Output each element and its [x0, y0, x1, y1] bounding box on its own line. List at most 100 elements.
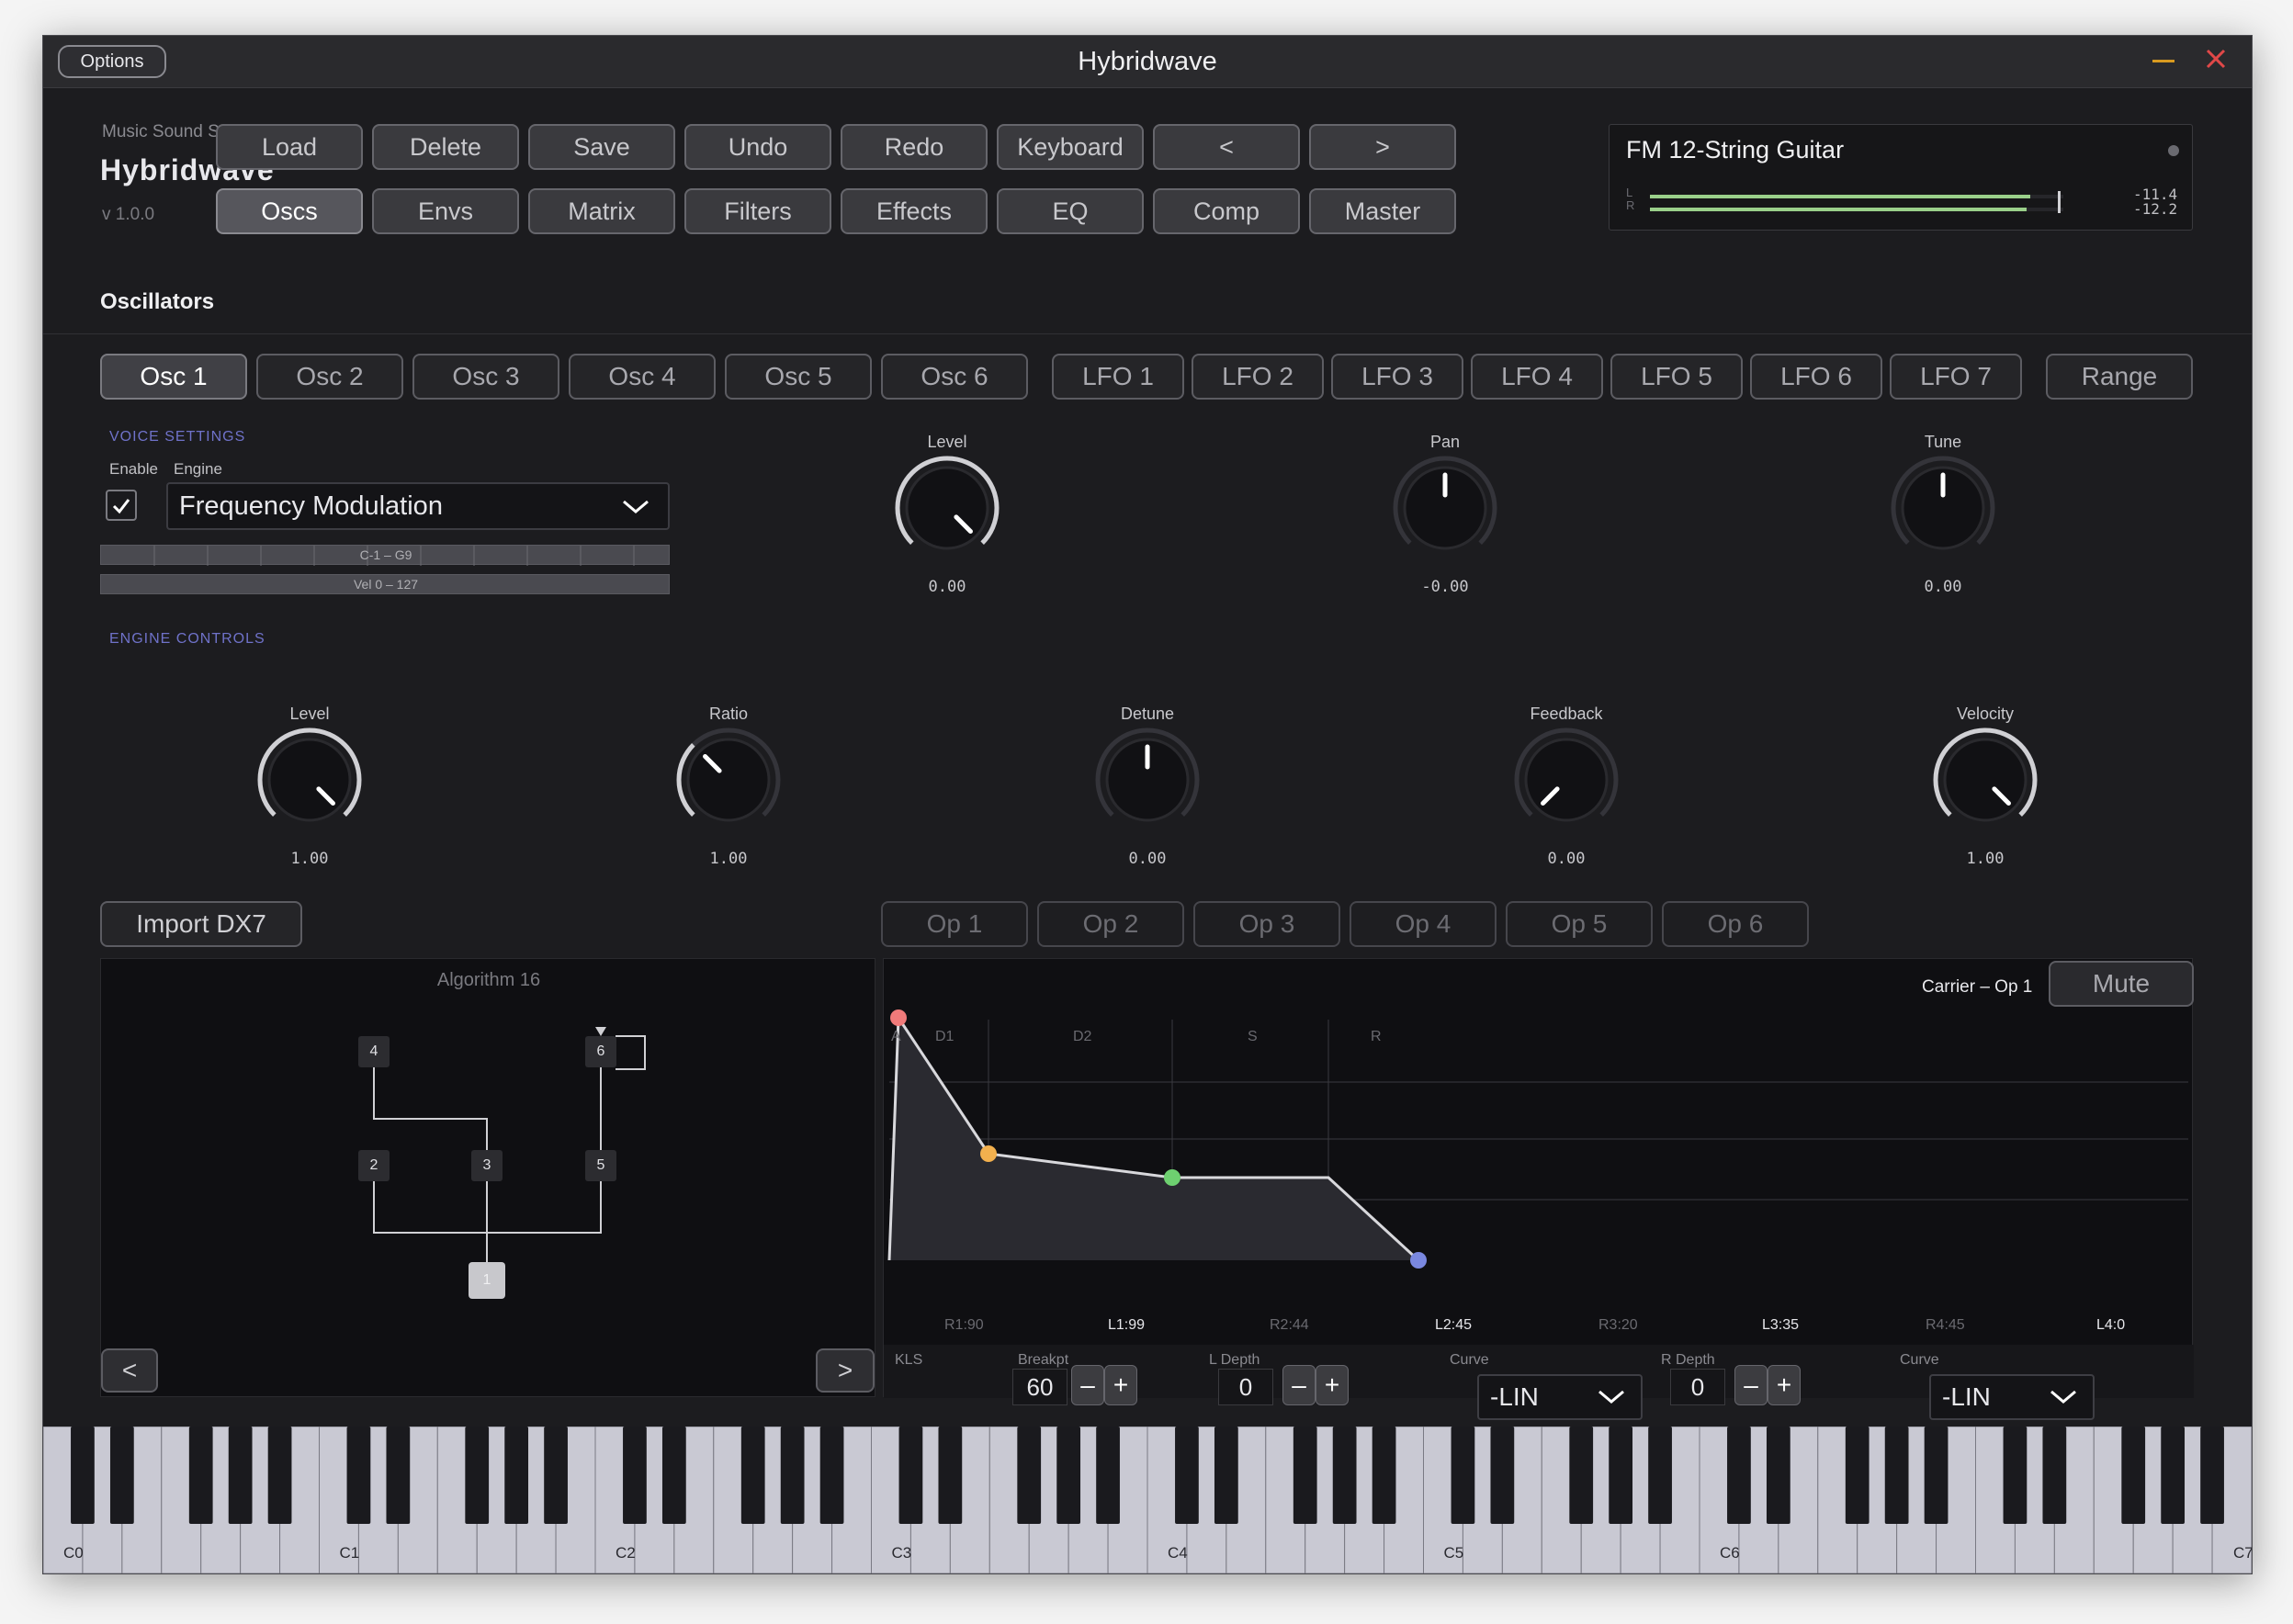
- next-preset-button[interactable]: >: [1309, 124, 1456, 170]
- black-key[interactable]: [504, 1427, 529, 1524]
- voice-pan-knob[interactable]: [1386, 449, 1504, 567]
- black-key[interactable]: [188, 1427, 213, 1524]
- black-key[interactable]: [1175, 1427, 1199, 1524]
- tab-lfo-6[interactable]: LFO 6: [1750, 354, 1882, 400]
- tab-filters[interactable]: Filters: [684, 188, 831, 234]
- tab-op-3[interactable]: Op 3: [1193, 901, 1340, 947]
- black-key[interactable]: [1017, 1427, 1042, 1524]
- black-key[interactable]: [1214, 1427, 1238, 1524]
- piano-keys[interactable]: [43, 1427, 2252, 1573]
- breakpt-minus-button[interactable]: –: [1071, 1365, 1104, 1405]
- black-key[interactable]: [1845, 1427, 1869, 1524]
- tab-lfo-3[interactable]: LFO 3: [1331, 354, 1463, 400]
- r-depth-value[interactable]: 0: [1670, 1369, 1725, 1405]
- tab-osc-3[interactable]: Osc 3: [412, 354, 559, 400]
- black-key[interactable]: [346, 1427, 371, 1524]
- tab-lfo-5[interactable]: LFO 5: [1610, 354, 1743, 400]
- engine-velocity-knob[interactable]: [1926, 721, 2044, 839]
- redo-button[interactable]: Redo: [841, 124, 988, 170]
- tab-osc-1[interactable]: Osc 1: [100, 354, 247, 400]
- tab-osc-6[interactable]: Osc 6: [881, 354, 1028, 400]
- op-node-1[interactable]: 1: [469, 1262, 505, 1299]
- tab-envs[interactable]: Envs: [372, 188, 519, 234]
- tab-matrix[interactable]: Matrix: [528, 188, 675, 234]
- tab-osc-2[interactable]: Osc 2: [256, 354, 403, 400]
- op-node-3[interactable]: 3: [471, 1150, 503, 1181]
- undo-button[interactable]: Undo: [684, 124, 831, 170]
- save-button[interactable]: Save: [528, 124, 675, 170]
- black-key[interactable]: [1609, 1427, 1633, 1524]
- black-key[interactable]: [386, 1427, 411, 1524]
- import-dx7-button[interactable]: Import DX7: [100, 901, 302, 947]
- black-key[interactable]: [1293, 1427, 1317, 1524]
- black-key[interactable]: [465, 1427, 490, 1524]
- op-node-5[interactable]: 5: [585, 1150, 616, 1181]
- engine-select[interactable]: Frequency Modulation: [166, 482, 670, 530]
- black-key[interactable]: [109, 1427, 134, 1524]
- black-key[interactable]: [898, 1427, 923, 1524]
- black-key[interactable]: [1924, 1427, 1948, 1524]
- black-key[interactable]: [2042, 1427, 2067, 1524]
- piano-keyboard[interactable]: C0 C1 C2 C3 C4 C5 C6 C7: [43, 1427, 2252, 1573]
- tab-lfo-2[interactable]: LFO 2: [1192, 354, 1324, 400]
- tab-lfo-4[interactable]: LFO 4: [1471, 354, 1603, 400]
- engine-feedback-knob[interactable]: [1508, 721, 1625, 839]
- black-key[interactable]: [1884, 1427, 1909, 1524]
- engine-ratio-knob[interactable]: [670, 721, 787, 839]
- op-node-2[interactable]: 2: [358, 1150, 390, 1181]
- prev-preset-button[interactable]: <: [1153, 124, 1300, 170]
- black-key[interactable]: [623, 1427, 647, 1524]
- black-key[interactable]: [1451, 1427, 1475, 1524]
- r-depth-plus-button[interactable]: +: [1768, 1365, 1801, 1405]
- black-key[interactable]: [740, 1427, 765, 1524]
- black-key[interactable]: [780, 1427, 805, 1524]
- decay2-point[interactable]: [1164, 1169, 1180, 1186]
- black-key[interactable]: [1096, 1427, 1120, 1524]
- tab-op-6[interactable]: Op 6: [1662, 901, 1809, 947]
- black-key[interactable]: [2003, 1427, 2028, 1524]
- tab-op-5[interactable]: Op 5: [1506, 901, 1653, 947]
- delete-button[interactable]: Delete: [372, 124, 519, 170]
- engine-detune-knob[interactable]: [1089, 721, 1206, 839]
- black-key[interactable]: [2200, 1427, 2224, 1524]
- black-key[interactable]: [1056, 1427, 1081, 1524]
- key-range-bar[interactable]: C-1 – G9: [100, 545, 670, 566]
- enable-checkbox[interactable]: [106, 490, 137, 521]
- load-button[interactable]: Load: [216, 124, 363, 170]
- black-key[interactable]: [1332, 1427, 1357, 1524]
- tab-op-1[interactable]: Op 1: [881, 901, 1028, 947]
- black-key[interactable]: [1766, 1427, 1790, 1524]
- black-key[interactable]: [2161, 1427, 2186, 1524]
- l-depth-plus-button[interactable]: +: [1316, 1365, 1349, 1405]
- black-key[interactable]: [819, 1427, 844, 1524]
- op-node-4[interactable]: 4: [358, 1036, 390, 1067]
- black-key[interactable]: [544, 1427, 568, 1524]
- black-key[interactable]: [1727, 1427, 1751, 1524]
- algorithm-prev-button[interactable]: <: [101, 1348, 158, 1393]
- velocity-range-bar[interactable]: Vel 0 – 127: [100, 574, 670, 594]
- close-icon[interactable]: [2202, 45, 2230, 73]
- attack-point[interactable]: [890, 1009, 907, 1026]
- black-key[interactable]: [228, 1427, 253, 1524]
- range-tab[interactable]: Range: [2046, 354, 2193, 400]
- tab-comp[interactable]: Comp: [1153, 188, 1300, 234]
- black-key[interactable]: [2121, 1427, 2146, 1524]
- algorithm-next-button[interactable]: >: [816, 1348, 875, 1393]
- tab-eq[interactable]: EQ: [997, 188, 1144, 234]
- black-key[interactable]: [661, 1427, 686, 1524]
- breakpt-value[interactable]: 60: [1012, 1369, 1067, 1405]
- black-key[interactable]: [1648, 1427, 1672, 1524]
- black-key[interactable]: [1569, 1427, 1594, 1524]
- r-curve-select[interactable]: -LIN: [1929, 1374, 2095, 1420]
- engine-level-knob[interactable]: [251, 721, 368, 839]
- black-key[interactable]: [938, 1427, 963, 1524]
- tab-lfo-7[interactable]: LFO 7: [1890, 354, 2022, 400]
- l-depth-minus-button[interactable]: –: [1282, 1365, 1316, 1405]
- tab-oscs[interactable]: Oscs: [216, 188, 363, 234]
- tab-master[interactable]: Master: [1309, 188, 1456, 234]
- black-key[interactable]: [71, 1427, 95, 1524]
- tab-op-2[interactable]: Op 2: [1037, 901, 1184, 947]
- tab-osc-4[interactable]: Osc 4: [569, 354, 716, 400]
- black-key[interactable]: [1372, 1427, 1396, 1524]
- l-curve-select[interactable]: -LIN: [1477, 1374, 1643, 1420]
